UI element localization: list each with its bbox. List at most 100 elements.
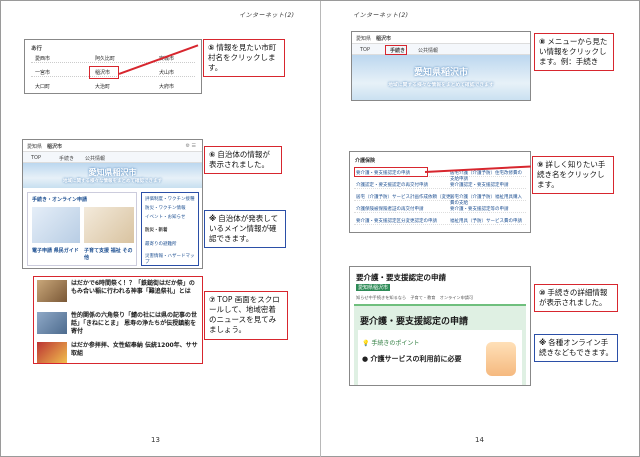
hero-subtitle: 地域に関する様々な情報をまとめて確認できます <box>388 83 494 88</box>
right-page: インターネット(2) 愛知県 稲沢市 TOP 手続き 公共情報 愛知県稲沢市 地… <box>321 1 640 457</box>
muni-link[interactable]: 愛西市 <box>35 55 50 62</box>
lightbulb-icon: 💡 <box>362 340 370 347</box>
procedure-row: 介護認定・要支援認定の再交付申請 要介護認定・要支援認定申請 <box>354 180 526 189</box>
left-page: インターネット(2) あ行 愛西市 阿久比町 安城市 一宮市 稲沢市 犬山市 大… <box>1 1 320 457</box>
point-row: 💡 手続きのポイント <box>362 338 419 347</box>
main-info-card: 評価制度・ワクチン接種 防災・ワクチン情報 イベント・お知らせ 防災・新着 最寄… <box>141 192 199 266</box>
running-head-left: インターネット(2) <box>239 12 295 19</box>
nav-public-info[interactable]: 公共情報 <box>85 155 105 162</box>
detail-city-badge: 愛知県稲沢市 <box>356 284 391 291</box>
callout-step-7: ⑦ TOP 画面をスクロールして、地域密着のニュースを見てみましょう。 <box>204 291 288 340</box>
running-head-right: インターネット(2) <box>353 12 409 19</box>
procedure-detail-screenshot: 要介護・要支援認定の申請 愛知県稲沢市 知らせ中手続きを知るなら 子育て・教育 … <box>349 266 531 386</box>
detail-card-title: 要介護・要支援認定の申請 <box>360 317 469 327</box>
muni-row: 大口町 大治町 大府市 <box>31 80 195 91</box>
hero-title: 愛知県稲沢市 <box>413 68 468 78</box>
callout-step-10: ⑩ 手続きの詳細情報が表示されました。 <box>534 284 618 313</box>
page-number-right: 14 <box>475 436 484 444</box>
detail-card-body: 💡 手続きのポイント ● 介護サービスの利用前に必要 <box>358 330 522 385</box>
info-item[interactable]: 災害情報・ハザードマップ <box>145 253 198 265</box>
point-item: ● 介護サービスの利用前に必要 <box>362 354 462 364</box>
callout-number: ⑥ <box>209 150 216 159</box>
muni-link[interactable]: 大口町 <box>35 83 50 90</box>
callout-step-6: ⑥ 自治体の情報が表示されました。 <box>204 146 282 175</box>
site-nav: TOP 手続き 公共情報 <box>352 44 530 55</box>
callout-number: ⑤ <box>208 43 215 52</box>
callout-number: ⑦ <box>209 295 216 304</box>
muni-link[interactable]: 一宮市 <box>35 69 50 76</box>
callout-number: ⑨ <box>537 160 544 169</box>
callout-text: 詳しく知りたい手続き名をクリックします。 <box>537 160 606 190</box>
detail-page-title: 要介護・要支援認定の申請 <box>356 273 446 282</box>
procedures-list-screenshot: 介護保険 要介護・要支援認定の申請 居宅介護（介護予防）住宅改修費の支給申請 介… <box>349 151 531 233</box>
hero-banner: 愛知県稲沢市 地域に関する様々な情報をまとめて確認できます <box>23 163 202 188</box>
hero-subtitle: 地域に関する様々な情報をまとめて確認できます <box>63 179 162 184</box>
callout-text: TOP 画面をスクロールして、地域密着のニュースを見てみましょう。 <box>209 295 280 335</box>
info-item[interactable]: 評価制度・ワクチン接種 <box>145 196 195 202</box>
check-icon: ● <box>362 355 369 363</box>
procedure-link[interactable]: 介護認定・要支援認定の再交付申請 <box>356 182 428 188</box>
muni-link[interactable]: 犬山市 <box>159 69 174 76</box>
procedure-link[interactable]: 要介護認定・要支援認定申請 <box>450 182 509 188</box>
site-header-links-icon[interactable]: ⚙ ☰ <box>185 143 196 149</box>
detail-tags: 知らせ中手続きを知るなら 子育て・教育 オンライン申請可 <box>356 295 474 300</box>
news-title: はだかで6時間祭く！？「鉄鎚街はだか祭」のもみ合い稲に行われる神事「難追祭礼」と… <box>71 280 195 295</box>
muni-link[interactable]: 阿久比町 <box>95 55 115 62</box>
thumbnail-image <box>32 207 80 243</box>
news-title: はだか参拝拝、女性紹奉納 伝統1200年、ササ取組 <box>71 342 198 357</box>
procedure-row: 居宅（介護予防）サービス計画作成依頼（変更） 居宅介護（介護予防）福祉用具購入費… <box>354 192 526 206</box>
thumbnail-caption[interactable]: 子育て支援 福祉 その他 <box>84 247 136 261</box>
nav-top[interactable]: TOP <box>360 47 370 53</box>
news-thumbnail <box>37 342 67 363</box>
hero-title: 愛知県稲沢市 <box>88 168 137 177</box>
muni-link[interactable]: 大治町 <box>95 83 110 90</box>
callout-text: 自治体が発表しているメイン情報が確認できます。 <box>209 214 279 244</box>
news-item[interactable]: はだかで6時間祭く！？「鉄鎚街はだか祭」のもみ合い稲に行われる神事「難追祭礼」と… <box>37 279 199 303</box>
local-news-screenshot: はだかで6時間祭く！？「鉄鎚街はだか祭」のもみ合い稲に行われる神事「難追祭礼」と… <box>33 276 203 364</box>
callout-step-9: ⑨ 詳しく知りたい手続き名をクリックします。 <box>532 156 614 195</box>
callout-number: ⑩ <box>539 288 546 297</box>
point-label: 手続きのポイント <box>371 340 420 347</box>
site-menu-screenshot: 愛知県 稲沢市 TOP 手続き 公共情報 愛知県稲沢市 地域に関する様々な情報を… <box>351 31 531 101</box>
note-main-info: ※ 自治体が発表しているメイン情報が確認できます。 <box>204 210 286 249</box>
callout-text: メニューから見たい情報をクリックします。例：手続き <box>539 37 608 67</box>
procedure-row: 介護保険被保険者証の再交付申請 要介護・要支援認定等の申請 <box>354 204 526 213</box>
procedures-card-title[interactable]: 手続き・オンライン申請 <box>32 196 87 203</box>
selection-highlight <box>385 45 407 55</box>
news-item[interactable]: はだか参拝拝、女性紹奉納 伝統1200年、ササ取組 <box>37 341 199 363</box>
illustration-image <box>486 342 516 376</box>
page-number-left: 13 <box>151 436 160 444</box>
info-item[interactable]: イベント・お知らせ <box>145 214 185 220</box>
callout-number: ※ <box>209 214 217 223</box>
document-spread: インターネット(2) あ行 愛西市 阿久比町 安城市 一宮市 稲沢市 犬山市 大… <box>0 0 640 457</box>
info-item[interactable]: 最寄りの避難所 <box>145 241 177 247</box>
callout-text: 各種オンライン手続きなどもできます。 <box>539 338 613 358</box>
info-item[interactable]: 防災・ワクチン情報 <box>145 205 186 211</box>
muni-link[interactable]: 大府市 <box>159 83 174 90</box>
procedure-link[interactable]: 居宅（介護予防）サービス計画作成依頼（変更） <box>356 194 455 200</box>
procedure-link[interactable]: 要介護・要支援認定等の申請 <box>450 206 509 212</box>
site-nav: TOP 手続き 公共情報 <box>23 152 202 163</box>
kana-group-header: あ行 <box>31 46 43 52</box>
site-crumb: 愛知県 <box>27 144 43 150</box>
thumbnail-caption[interactable]: 電子申請 県民ガイド <box>32 247 79 254</box>
nav-top[interactable]: TOP <box>31 155 41 161</box>
site-crumb: 愛知県 <box>356 36 372 42</box>
news-title: 性的関係の六角祭り「鯖の社には県の記事の世話」「きねにとま」 恩寿の浄たちが伝授… <box>71 312 198 335</box>
city-site-screenshot: 愛知県 稲沢市 ⚙ ☰ TOP 手続き 公共情報 愛知県稲沢市 地域に関する様々… <box>22 139 203 269</box>
procedure-link[interactable]: 介護保険被保険者証の再交付申請 <box>356 206 424 212</box>
selection-highlight <box>354 167 428 177</box>
nav-procedures[interactable]: 手続き <box>59 155 74 162</box>
procedure-row: 要介護・要支援認定区分変更認定の申請 福祉用具（予防）サービス費の申請 <box>354 216 526 225</box>
thumbnail-image <box>84 207 134 243</box>
nav-public-info[interactable]: 公共情報 <box>418 47 438 54</box>
news-thumbnail <box>37 312 67 334</box>
procedure-link[interactable]: 要介護・要支援認定区分変更認定の申請 <box>356 218 437 224</box>
site-city: 稲沢市 <box>376 36 392 42</box>
detail-card: 要介護・要支援認定の申請 💡 手続きのポイント ● 介護サービスの利用前に必要 <box>354 304 526 385</box>
point-item-text: 介護サービスの利用前に必要 <box>370 355 462 363</box>
news-item[interactable]: 性的関係の六角祭り「鯖の社には県の記事の世話」「きねにとま」 恩寿の浄たちが伝授… <box>37 311 199 335</box>
callout-step-8: ⑧ メニューから見たい情報をクリックします。例：手続き <box>534 33 614 72</box>
procedure-link[interactable]: 福祉用具（予防）サービス費の申請 <box>450 218 522 224</box>
procedures-card: 手続き・オンライン申請 電子申請 県民ガイド 子育て支援 福祉 その他 <box>27 192 137 266</box>
